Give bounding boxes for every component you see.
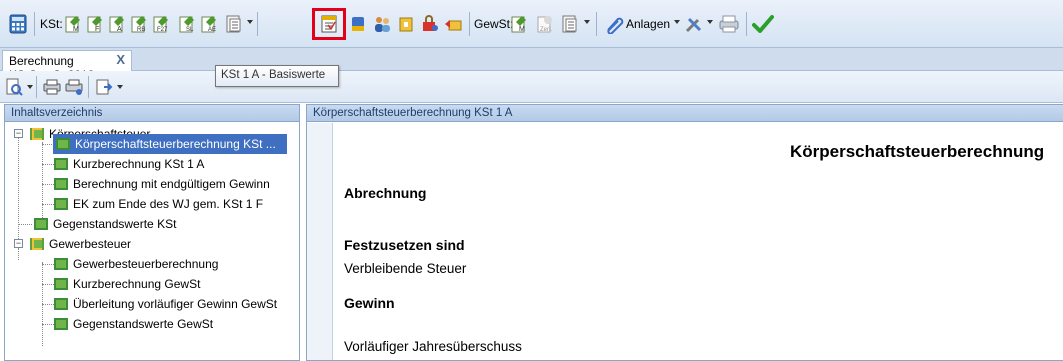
section-heading-abrechnung: Abrechnung	[344, 185, 427, 201]
calculator-icon[interactable]	[8, 14, 28, 34]
tree-node-kst-berechnung[interactable]: Körperschaftsteuerberechnung KSt ...	[53, 134, 287, 154]
document-green-icon	[56, 138, 70, 150]
tree-node-ueberleitung-gewst[interactable]: Überleitung vorläufiger Gewinn GewSt	[53, 294, 277, 314]
svg-text:M: M	[73, 26, 79, 33]
tools-icon[interactable]	[684, 14, 704, 34]
document-green-icon	[54, 298, 68, 310]
document-title: Körperschaftsteuerberechnung	[790, 142, 1045, 161]
document-green-icon	[54, 198, 68, 210]
export-icon[interactable]	[94, 77, 114, 97]
section-heading-gewinn: Gewinn	[344, 295, 395, 311]
tree-node-gewerbesteuerberechnung[interactable]: Gewerbesteuerberechnung	[53, 254, 218, 274]
table-of-contents-pane: Inhaltsverzeichnis − Körperschaftsteuer …	[4, 104, 300, 361]
toolbar-separator	[36, 76, 37, 98]
kst-ae-icon[interactable]: AE	[200, 14, 220, 34]
collapse-toggle[interactable]: −	[14, 129, 23, 138]
basiswerte-icon[interactable]	[319, 14, 339, 34]
document-green-icon	[54, 158, 68, 170]
preview-header: Körperschaftsteuerberechnung KSt 1 A	[307, 105, 1063, 122]
tree-node-kurzberechnung-gewst[interactable]: Kurzberechnung GewSt	[53, 274, 200, 294]
tree-node-ek-ende-wj[interactable]: EK zum Ende des WJ gem. KSt 1 F	[53, 194, 263, 214]
document-preview-pane: Körperschaftsteuerberechnung KSt 1 A Kör…	[306, 104, 1063, 361]
gewst-form-icon[interactable]	[560, 14, 580, 34]
tooltip: KSt 1 A - Basiswerte	[215, 65, 339, 87]
svg-text:AE: AE	[208, 27, 216, 33]
svg-text:M: M	[519, 26, 525, 33]
anlagen-menu[interactable]: Anlagen	[626, 17, 670, 31]
tree-node-gegenstandswerte-gewst[interactable]: Gegenstandswerte GewSt	[53, 314, 213, 334]
toolbar-separator	[257, 12, 258, 36]
document-green-icon	[54, 258, 68, 270]
chevron-down-icon[interactable]	[117, 85, 123, 89]
people-icon[interactable]	[372, 14, 392, 34]
tree-line	[18, 224, 32, 225]
kst-label: KSt:	[40, 17, 63, 31]
chevron-down-icon[interactable]	[584, 20, 590, 24]
svg-text:SL: SL	[186, 27, 194, 33]
gewst-zerl-icon[interactable]: Zerl.	[536, 14, 556, 34]
kst-a-icon[interactable]: A	[108, 14, 128, 34]
tree-line	[18, 138, 19, 243]
checkmark-icon[interactable]	[752, 14, 774, 34]
gewst-label: GewSt:	[474, 17, 514, 31]
tree-node-kurzberechnung-kst[interactable]: Kurzberechnung KSt 1 A	[53, 154, 204, 174]
main-toolbar: KSt: M F A RB F27 SL AE GewSt: M Zerl. A…	[0, 0, 1063, 48]
toolbar-separator	[596, 12, 597, 36]
tree-node-gegenstandswerte-kst[interactable]: Gegenstandswerte KSt	[33, 214, 176, 234]
chevron-down-icon[interactable]	[674, 20, 680, 24]
print-settings-icon[interactable]	[64, 77, 84, 97]
svg-text:RB: RB	[137, 27, 145, 33]
chevron-down-icon[interactable]	[247, 20, 253, 24]
kst-rb-icon[interactable]: RB	[130, 14, 150, 34]
kst-f-icon[interactable]: F	[86, 14, 106, 34]
row-verbleibende-steuer: Verbleibende Steuer	[344, 261, 467, 276]
tree-line	[18, 248, 19, 260]
toolbar-separator	[469, 12, 470, 36]
row-vorlaeufiger-jahresueberschuss: Vorläufiger Jahresüberschuss	[344, 339, 522, 354]
paperclip-icon[interactable]	[604, 14, 624, 35]
section-heading-festzusetzen: Festzusetzen sind	[344, 237, 465, 253]
document-toolbar	[0, 71, 1063, 103]
document-green-icon	[54, 178, 68, 190]
svg-text:F27: F27	[157, 27, 168, 33]
house-lock-icon[interactable]	[396, 14, 416, 34]
close-icon[interactable]: X	[116, 52, 125, 67]
document-green-icon	[54, 318, 68, 330]
preview-icon[interactable]	[4, 77, 24, 97]
form-list-icon[interactable]	[224, 14, 244, 34]
kst-m-icon[interactable]: M	[64, 14, 84, 34]
printer-icon[interactable]	[718, 14, 739, 34]
lock-icon[interactable]	[420, 14, 440, 34]
document-green-icon	[54, 278, 68, 290]
toolbar-separator	[746, 12, 747, 36]
print-icon[interactable]	[42, 77, 62, 97]
database-icon[interactable]	[348, 14, 368, 34]
document-margin	[307, 123, 333, 360]
tree-node-berechnung-endgueltig[interactable]: Berechnung mit endgültigem Gewinn	[53, 174, 270, 194]
svg-text:F: F	[95, 26, 99, 33]
transfer-icon[interactable]	[444, 14, 464, 34]
kst-f27-icon[interactable]: F27	[152, 14, 172, 34]
document-green-icon	[34, 218, 48, 230]
kst-sl-icon[interactable]: SL	[178, 14, 198, 34]
gewst-m-icon[interactable]: M	[510, 14, 530, 34]
toolbar-separator	[34, 12, 35, 36]
document-tab-bar: Berechnung KStGewSt 2013 X	[0, 48, 1063, 82]
tree-node-gewerbesteuer[interactable]: Gewerbesteuer	[29, 234, 131, 254]
chevron-down-icon[interactable]	[27, 85, 33, 89]
book-folder-icon	[30, 128, 44, 140]
toolbar-separator	[88, 76, 89, 98]
chevron-down-icon[interactable]	[707, 20, 713, 24]
svg-text:A: A	[117, 26, 122, 33]
collapse-toggle[interactable]: −	[14, 239, 23, 248]
book-folder-icon	[30, 238, 44, 250]
svg-text:Zerl.: Zerl.	[540, 27, 552, 33]
tab-berechnung[interactable]: Berechnung KStGewSt 2013 X	[2, 50, 132, 82]
toc-header: Inhaltsverzeichnis	[5, 105, 299, 122]
